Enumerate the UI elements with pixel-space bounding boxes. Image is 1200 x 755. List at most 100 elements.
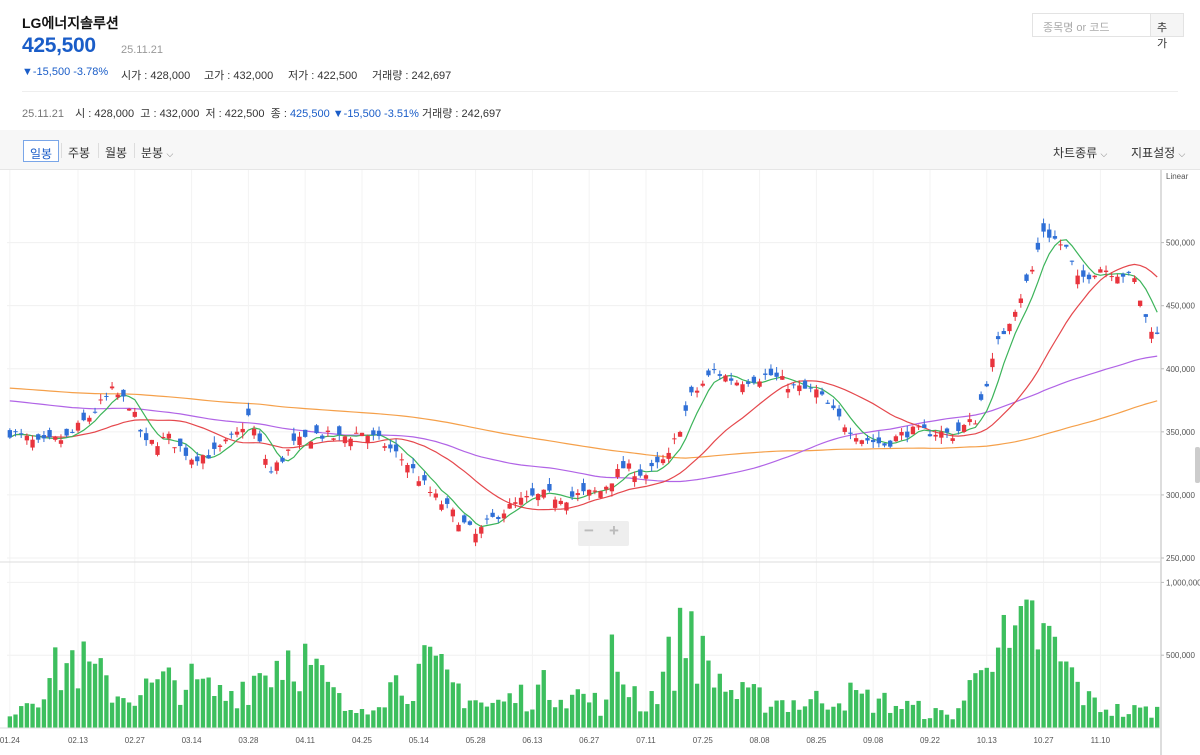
candlestick bbox=[388, 440, 393, 453]
volume-bar bbox=[473, 700, 478, 728]
indicator-settings-menu[interactable]: 지표설정 ⌵ bbox=[1131, 144, 1185, 161]
volume-bar bbox=[399, 695, 404, 728]
candle-body bbox=[831, 405, 836, 409]
candlestick bbox=[439, 500, 444, 512]
volume-bar bbox=[694, 683, 700, 728]
candle-body bbox=[308, 441, 314, 449]
candlestick bbox=[535, 493, 541, 507]
candle-body bbox=[433, 493, 438, 498]
candlestick bbox=[206, 449, 211, 459]
ma60-line bbox=[9, 355, 1158, 483]
tab-minute[interactable]: 분봉 ⌵ bbox=[135, 140, 179, 162]
volume-bar bbox=[956, 708, 961, 728]
volume-bar bbox=[104, 675, 109, 728]
volume-bar bbox=[166, 667, 172, 728]
candle-body bbox=[791, 384, 796, 386]
zoom-in-button[interactable]: + bbox=[609, 521, 619, 541]
candlestick bbox=[382, 443, 387, 451]
candlestick bbox=[399, 453, 404, 466]
candlestick bbox=[183, 444, 189, 461]
candle-body bbox=[109, 386, 115, 389]
ma120-line bbox=[9, 387, 1158, 459]
candle-body bbox=[274, 462, 279, 471]
candle-body bbox=[706, 370, 711, 376]
candlestick bbox=[240, 422, 245, 439]
candle-body bbox=[342, 436, 348, 444]
candle-body bbox=[376, 430, 382, 437]
candlestick bbox=[734, 380, 740, 387]
candlestick bbox=[1081, 264, 1086, 283]
volume-bar bbox=[41, 699, 47, 728]
candle-body bbox=[825, 402, 830, 404]
candlestick bbox=[433, 489, 438, 501]
volume-bar bbox=[81, 641, 86, 728]
candle-body bbox=[75, 422, 81, 431]
candlestick bbox=[547, 477, 552, 493]
date-tick-label: 10.13 bbox=[977, 736, 998, 745]
candle-body bbox=[1064, 244, 1069, 247]
zoom-out-button[interactable]: − bbox=[584, 521, 594, 541]
volume-bar bbox=[416, 663, 421, 728]
volume-bar bbox=[393, 675, 399, 728]
volume-bar bbox=[558, 699, 563, 728]
volume-bar bbox=[314, 658, 319, 728]
candlestick bbox=[621, 456, 626, 469]
volume-bar bbox=[984, 667, 989, 728]
candlestick bbox=[1086, 272, 1092, 284]
candle-body bbox=[450, 509, 456, 517]
candle-body bbox=[257, 433, 262, 442]
volume-bar bbox=[223, 700, 228, 728]
volume-bar bbox=[587, 702, 592, 728]
candle-body bbox=[496, 517, 501, 520]
chart-type-menu[interactable]: 차트종류 ⌵ bbox=[1053, 144, 1107, 161]
volume-bar bbox=[1143, 706, 1148, 728]
candle-body bbox=[564, 502, 569, 511]
volume-bar bbox=[98, 658, 103, 728]
candle-body bbox=[382, 446, 387, 448]
candle-body bbox=[643, 475, 649, 479]
candle-body bbox=[212, 442, 217, 449]
volume-bar bbox=[876, 698, 882, 728]
candle-body bbox=[814, 389, 819, 398]
stock-chart[interactable]: Linear 250,000 300,000 350,000 400,000 450,00… bbox=[0, 170, 1200, 755]
candlestick bbox=[876, 431, 882, 448]
candle-body bbox=[1069, 260, 1075, 262]
candle-body bbox=[1155, 332, 1160, 334]
stock-search-input[interactable]: 종목명 or 코드 bbox=[1032, 13, 1151, 37]
tab-daily[interactable]: 일봉 bbox=[23, 140, 60, 162]
candlestick bbox=[467, 520, 473, 526]
candle-body bbox=[513, 502, 518, 504]
volume-bar bbox=[780, 700, 785, 728]
candlestick bbox=[234, 427, 240, 438]
tab-monthly[interactable]: 월봉 bbox=[99, 140, 133, 162]
scrollbar-handle[interactable] bbox=[1195, 447, 1200, 483]
candle-body bbox=[694, 390, 700, 393]
candle-body bbox=[1007, 323, 1012, 332]
candle-body bbox=[973, 423, 978, 425]
candle-body bbox=[689, 386, 694, 393]
candlestick bbox=[746, 378, 751, 387]
ohlc-open: 428,000 bbox=[94, 108, 135, 120]
volume-bar bbox=[155, 679, 160, 728]
ma20-line bbox=[9, 263, 1158, 511]
candlestick bbox=[581, 478, 586, 496]
candlestick bbox=[638, 464, 643, 478]
volume-bar bbox=[689, 611, 694, 728]
candle-body bbox=[87, 417, 92, 422]
tab-weekly[interactable]: 주봉 bbox=[62, 140, 96, 162]
candle-body bbox=[581, 483, 586, 492]
volume-bar bbox=[524, 711, 529, 728]
candle-body bbox=[359, 432, 365, 437]
candle-body bbox=[927, 434, 933, 437]
volume-bar bbox=[433, 655, 438, 728]
date-tick-label: 02.27 bbox=[125, 736, 146, 745]
add-stock-button[interactable]: 추가 bbox=[1151, 13, 1184, 50]
candlestick bbox=[285, 449, 291, 456]
candlestick bbox=[694, 387, 700, 398]
candlestick bbox=[700, 380, 705, 388]
chevron-down-icon: ⌵ bbox=[166, 149, 174, 159]
volume-bar bbox=[410, 701, 416, 728]
volume-bar bbox=[660, 671, 666, 728]
candlestick bbox=[598, 490, 603, 499]
candlestick bbox=[1007, 323, 1012, 335]
